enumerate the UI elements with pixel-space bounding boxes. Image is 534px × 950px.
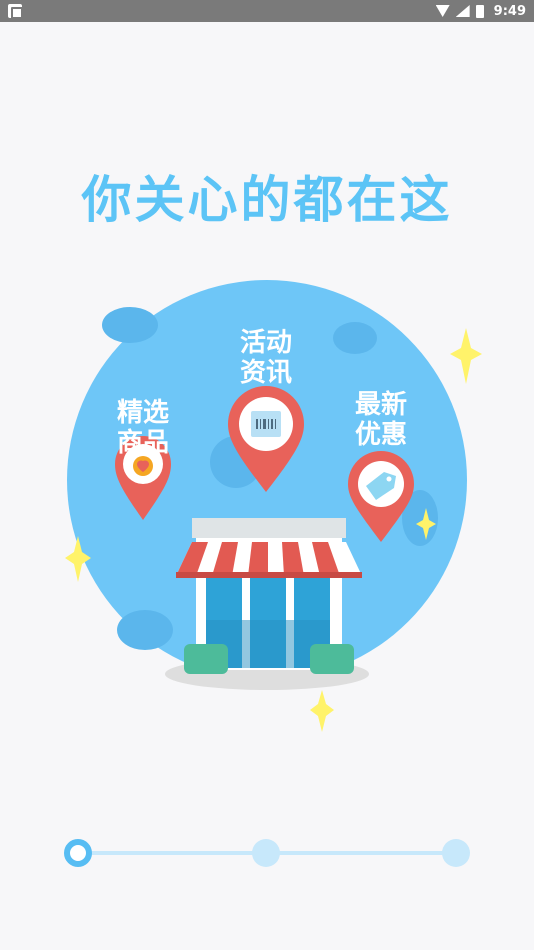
circle-spot bbox=[102, 307, 158, 343]
notification-icon bbox=[8, 4, 23, 19]
onboarding-illustration: 精选 商品 活动 资讯 最新 优惠 bbox=[0, 280, 534, 740]
signal-icon bbox=[455, 5, 470, 17]
pin-label-line: 商品 bbox=[116, 428, 169, 458]
page-dot-3[interactable] bbox=[442, 839, 470, 867]
pin-label-news: 活动 资讯 bbox=[226, 328, 306, 388]
pin-label-latest-offers: 最新 优惠 bbox=[341, 390, 421, 450]
sparkle-icon bbox=[310, 690, 334, 732]
status-bar: 9:49 bbox=[0, 0, 534, 22]
awning-edge bbox=[176, 572, 362, 578]
pin-label-line: 优惠 bbox=[354, 420, 407, 450]
bench-right bbox=[310, 644, 354, 674]
page-indicator bbox=[60, 830, 480, 876]
status-time: 9:49 bbox=[493, 3, 526, 19]
pin-label-featured-goods: 精选 商品 bbox=[103, 398, 183, 458]
pin-label-line: 最新 bbox=[354, 390, 407, 420]
bench-left bbox=[184, 644, 228, 674]
battery-icon bbox=[475, 4, 484, 18]
circle-spot bbox=[117, 610, 173, 650]
page-title: 你关心的都在这 bbox=[81, 171, 453, 229]
wifi-icon bbox=[435, 5, 450, 17]
pin-label-line: 活动 bbox=[239, 328, 292, 358]
status-right: 9:49 bbox=[435, 3, 526, 19]
circle-spot bbox=[333, 322, 377, 354]
store-roof bbox=[192, 518, 346, 538]
sparkle-icon bbox=[450, 328, 482, 384]
pin-label-line: 精选 bbox=[116, 398, 169, 428]
pin-label-line: 资讯 bbox=[239, 358, 292, 388]
page-dot-1[interactable] bbox=[64, 839, 92, 867]
page-dot-2[interactable] bbox=[252, 839, 280, 867]
